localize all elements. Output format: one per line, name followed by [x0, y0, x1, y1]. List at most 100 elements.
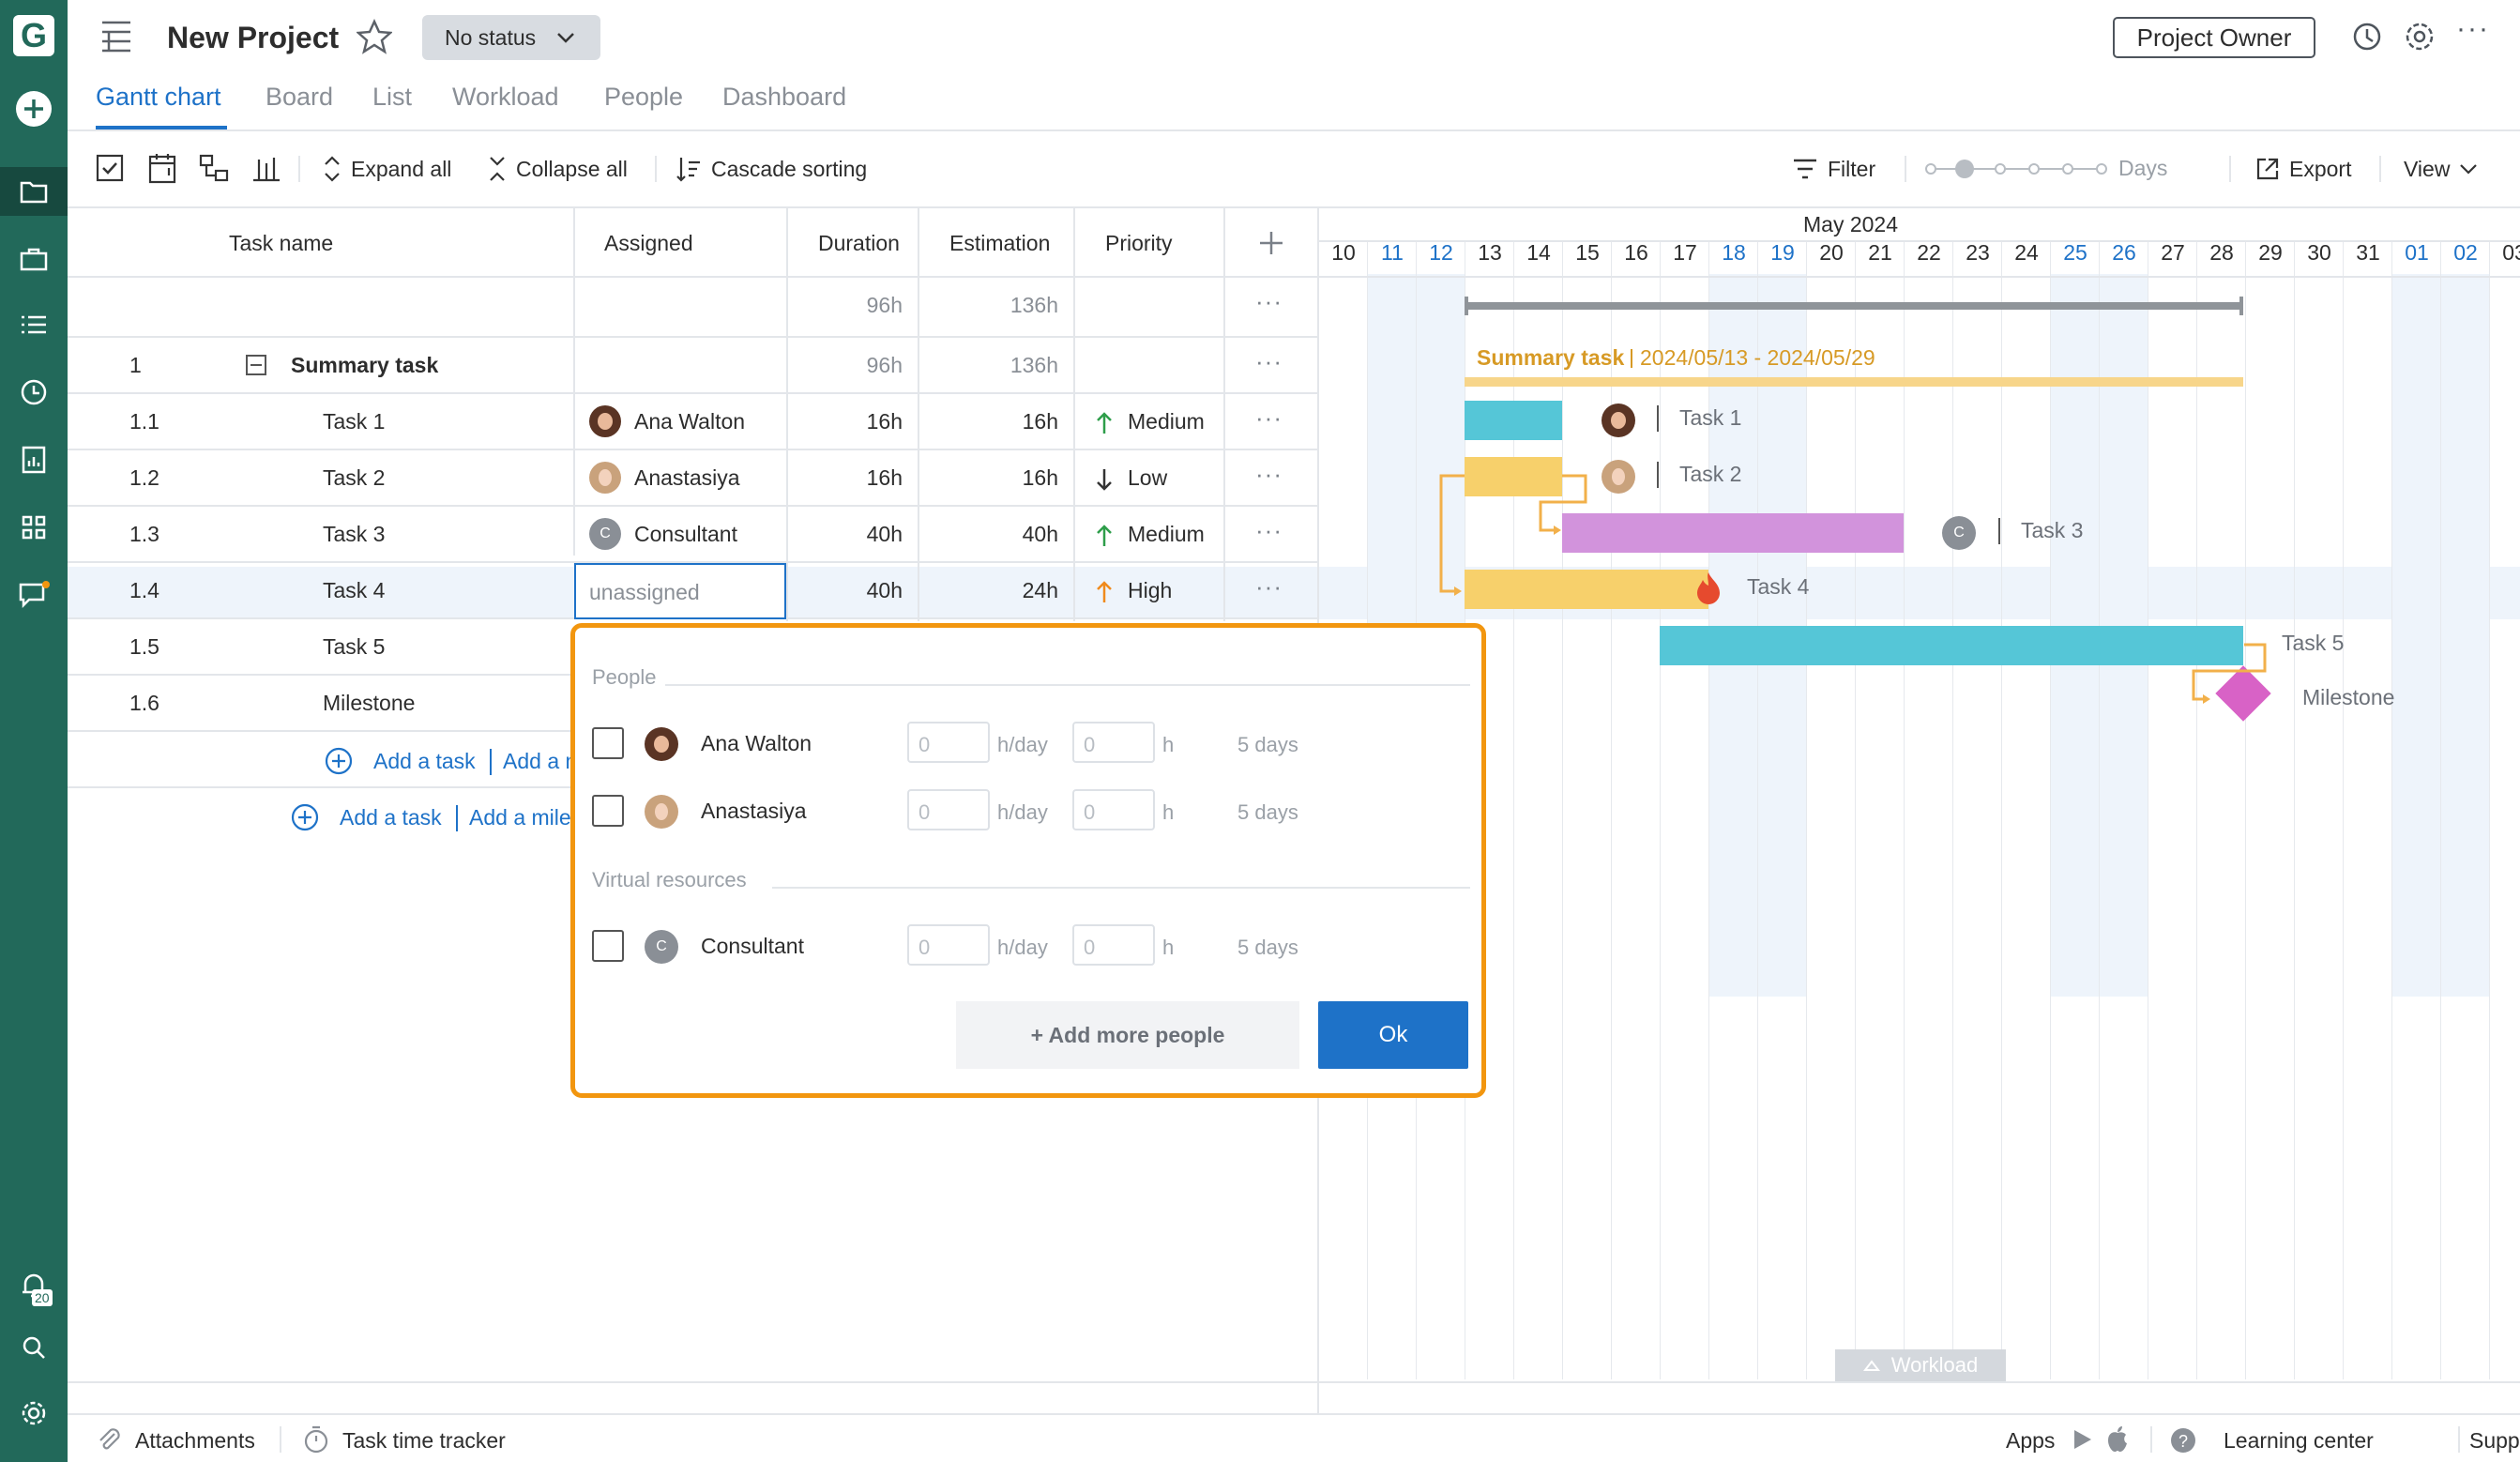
history-icon[interactable]: [2351, 21, 2383, 53]
checkbox-consultant[interactable]: [592, 930, 624, 962]
row-duration[interactable]: 16h: [826, 409, 903, 434]
baseline-icon[interactable]: [251, 154, 281, 184]
tab-workload[interactable]: Workload: [452, 83, 559, 112]
sidebar-chat[interactable]: [0, 571, 68, 619]
cascade-sorting-button[interactable]: Cascade sorting: [676, 152, 867, 186]
col-header-duration[interactable]: Duration: [818, 231, 900, 256]
row-menu-icon[interactable]: ···: [1255, 460, 1283, 489]
workload-toggle[interactable]: Workload: [1835, 1349, 2006, 1381]
row-menu-icon[interactable]: ···: [1255, 404, 1283, 433]
sidebar-search[interactable]: [0, 1323, 68, 1372]
checkbox-ana-walton[interactable]: [592, 727, 624, 759]
sidebar-projects[interactable]: [0, 167, 68, 216]
sidebar-time[interactable]: [0, 368, 68, 417]
create-new-button[interactable]: [0, 84, 68, 133]
export-button[interactable]: Export: [2255, 152, 2351, 186]
add-circle-icon[interactable]: [325, 747, 353, 775]
tab-board[interactable]: Board: [266, 83, 333, 112]
task-name[interactable]: Task 2: [323, 465, 385, 491]
tab-list[interactable]: List: [372, 83, 412, 112]
checkbox-select-icon[interactable]: [96, 154, 124, 182]
add-circle-icon[interactable]: [291, 803, 319, 831]
row-estimation[interactable]: 16h: [976, 409, 1058, 434]
hours-input[interactable]: 0: [1072, 789, 1155, 830]
add-task-link[interactable]: Add a task: [373, 749, 476, 774]
add-task-link[interactable]: Add a task: [340, 805, 442, 830]
hours-per-day-input[interactable]: 0: [907, 924, 990, 966]
learning-center-link[interactable]: Learning center: [2224, 1428, 2374, 1454]
sidebar-reports[interactable]: [0, 435, 68, 484]
col-header-task-name[interactable]: Task name: [229, 231, 333, 256]
row-duration[interactable]: 40h: [826, 578, 903, 603]
tab-people[interactable]: People: [604, 83, 683, 112]
task-time-tracker-link[interactable]: Task time tracker: [342, 1428, 506, 1454]
checkbox-anastasiya[interactable]: [592, 795, 624, 827]
task-bar-1[interactable]: [1465, 401, 1562, 440]
task-name[interactable]: Task 5: [323, 634, 385, 660]
sidebar-tasks[interactable]: [0, 300, 68, 349]
priority-label[interactable]: Low: [1128, 465, 1167, 491]
add-column-icon[interactable]: [1257, 229, 1285, 257]
assignee-name[interactable]: Ana Walton: [634, 409, 745, 434]
project-tree-icon[interactable]: [99, 19, 135, 54]
row-menu-icon[interactable]: ···: [1255, 516, 1283, 545]
view-dropdown[interactable]: View: [2404, 152, 2478, 186]
col-header-assigned[interactable]: Assigned: [604, 231, 693, 256]
project-title[interactable]: New Project: [167, 21, 339, 55]
task-name[interactable]: Task 3: [323, 522, 385, 547]
sidebar-apps[interactable]: [0, 503, 68, 552]
hours-input[interactable]: 0: [1072, 722, 1155, 763]
assignee-name[interactable]: Consultant: [634, 522, 737, 547]
status-dropdown[interactable]: No status: [422, 15, 600, 60]
dependencies-icon[interactable]: [199, 154, 229, 184]
notifications-button[interactable]: 20: [0, 1257, 68, 1314]
row-estimation[interactable]: 16h: [976, 465, 1058, 491]
support-link[interactable]: Support: [2469, 1428, 2520, 1454]
calendar-alert-icon[interactable]: [148, 152, 178, 184]
expand-all-button[interactable]: Expand all: [323, 152, 451, 186]
gantt-timeline[interactable]: May 2024 10 11 12 13 14 15 16 17 18 19 20 21 22 23 24 2…: [1319, 208, 2520, 1413]
col-header-priority[interactable]: Priority: [1105, 231, 1173, 256]
filter-button[interactable]: Filter: [1792, 152, 1875, 186]
ok-button[interactable]: Ok: [1318, 1001, 1468, 1069]
assigned-input[interactable]: unassigned: [574, 563, 786, 619]
hours-per-day-input[interactable]: 0: [907, 789, 990, 830]
add-milestone-link[interactable]: Add a mile: [469, 805, 571, 830]
apps-link[interactable]: Apps: [2006, 1428, 2055, 1454]
star-icon[interactable]: [357, 19, 392, 54]
row-menu-icon[interactable]: ···: [1255, 347, 1283, 376]
task-name[interactable]: Milestone: [323, 691, 415, 716]
collapse-square-icon[interactable]: [246, 355, 266, 375]
row-estimation[interactable]: 40h: [976, 522, 1058, 547]
row-duration[interactable]: 16h: [826, 465, 903, 491]
row-menu-icon[interactable]: ···: [1255, 287, 1283, 316]
settings-gear-icon[interactable]: [2404, 21, 2436, 53]
hours-input[interactable]: 0: [1072, 924, 1155, 966]
summary-task-bar[interactable]: [1465, 377, 2243, 387]
row-estimation[interactable]: 24h: [976, 578, 1058, 603]
more-options-icon[interactable]: ···: [2456, 13, 2490, 45]
apple-icon[interactable]: [2105, 1424, 2130, 1453]
zoom-slider[interactable]: [1925, 158, 2109, 180]
google-play-icon[interactable]: [2072, 1428, 2094, 1451]
sidebar-portfolios[interactable]: [0, 235, 68, 283]
row-menu-icon[interactable]: ···: [1255, 572, 1283, 602]
priority-label[interactable]: Medium: [1128, 522, 1205, 547]
priority-label[interactable]: Medium: [1128, 409, 1205, 434]
row-duration[interactable]: 40h: [826, 522, 903, 547]
tab-dashboard[interactable]: Dashboard: [722, 83, 846, 112]
app-logo[interactable]: G: [0, 9, 68, 62]
priority-label[interactable]: High: [1128, 578, 1172, 603]
task-name[interactable]: Task 1: [323, 409, 385, 434]
project-owner-button[interactable]: Project Owner: [2113, 17, 2315, 58]
col-header-estimation[interactable]: Estimation: [949, 231, 1050, 256]
task-name[interactable]: Task 4: [323, 578, 385, 603]
add-more-people-button[interactable]: + Add more people: [956, 1001, 1299, 1069]
tab-gantt-chart[interactable]: Gantt chart: [96, 83, 221, 112]
attachments-link[interactable]: Attachments: [135, 1428, 255, 1454]
summary-task-name[interactable]: Summary task: [291, 353, 438, 378]
assignee-name[interactable]: Anastasiya: [634, 465, 740, 491]
hours-per-day-input[interactable]: 0: [907, 722, 990, 763]
sidebar-settings[interactable]: [0, 1389, 68, 1438]
collapse-all-button[interactable]: Collapse all: [488, 152, 628, 186]
